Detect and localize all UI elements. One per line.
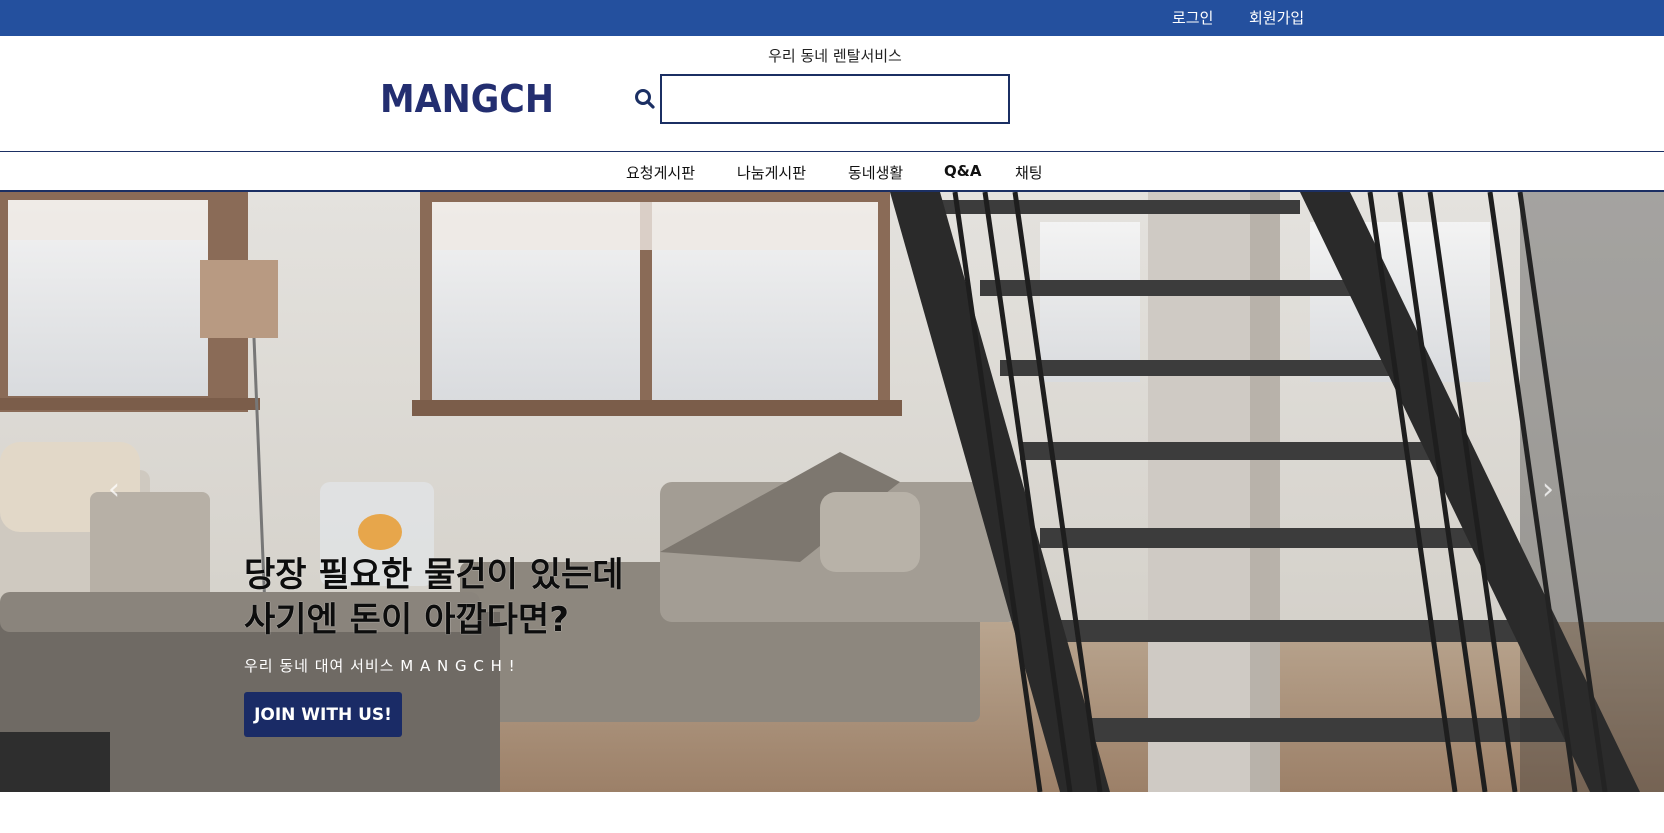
nav-item-chat[interactable]: 채팅 — [1015, 162, 1043, 183]
top-bar: 로그인 회원가입 — [0, 0, 1664, 36]
search-input[interactable] — [660, 74, 1010, 124]
join-button[interactable]: JOIN WITH US! — [244, 692, 402, 737]
nav-item-request-board[interactable]: 요청게시판 — [626, 162, 695, 183]
nav-item-share-board[interactable]: 나눔게시판 — [737, 162, 806, 183]
chevron-left-icon[interactable]: ‹ — [108, 472, 120, 507]
hero-carousel: ‹ › 당장 필요한 물건이 있는데 사기엔 돈이 아깝다면? 우리 동네 대여… — [0, 192, 1664, 792]
hero-subtitle: 우리 동네 대여 서비스 M A N G C H ! — [244, 657, 516, 675]
logo-text: MANGCH — [380, 80, 554, 116]
signup-link[interactable]: 회원가입 — [1249, 7, 1304, 28]
hero-title: 당장 필요한 물건이 있는데 사기엔 돈이 아깝다면? — [244, 555, 624, 640]
search-icon[interactable] — [634, 88, 656, 110]
nav-item-neighborhood[interactable]: 동네생활 — [848, 162, 903, 183]
site-tagline: 우리 동네 렌탈서비스 — [768, 47, 902, 65]
main-nav: 요청게시판 나눔게시판 동네생활 Q&A 채팅 — [0, 151, 1664, 192]
site-logo[interactable]: MANGCH — [380, 77, 556, 121]
login-link[interactable]: 로그인 — [1172, 7, 1213, 28]
chevron-right-icon[interactable]: › — [1542, 472, 1554, 507]
site-header: 우리 동네 렌탈서비스 MANGCH — [0, 36, 1664, 151]
nav-item-qna[interactable]: Q&A — [944, 162, 981, 180]
